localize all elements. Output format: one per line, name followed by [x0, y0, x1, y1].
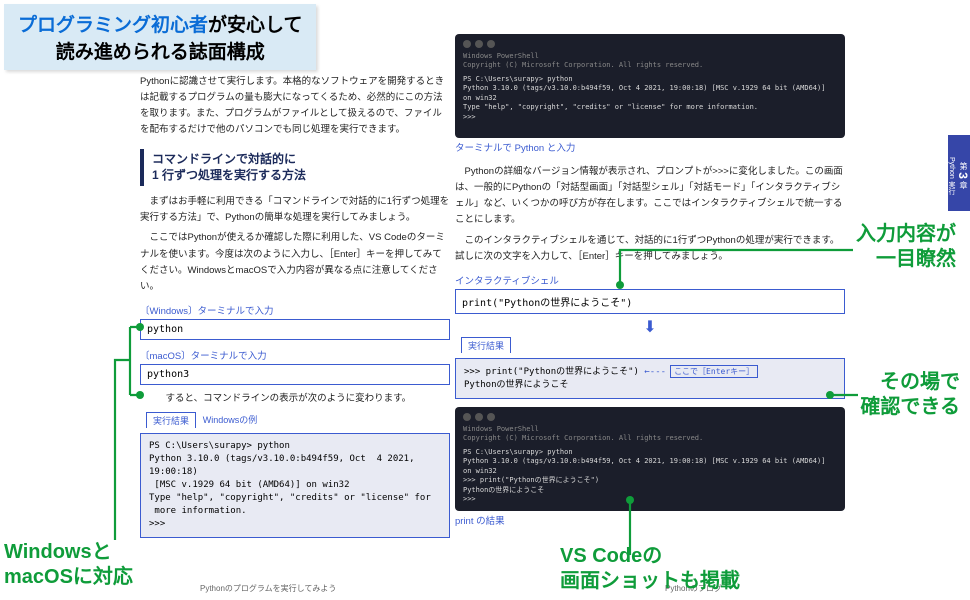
left-para1: Pythonに認識させて実行します。本格的なソフトウェアを開発するときは記載する… — [140, 74, 450, 139]
result-body-right: >>> print("Pythonの世界にようこそ") ←---ここで［Ente… — [456, 359, 844, 398]
vscode-window-controls — [463, 40, 837, 48]
caption-1: ターミナルで Python と入力 — [455, 140, 845, 154]
left-para3: ここではPythonが使えるか確認した際に利用した、VS Codeのターミナルを… — [140, 230, 450, 295]
left-footer: Pythonのプログラムを実行してみよう — [200, 583, 336, 594]
section-heading: コマンドラインで対話的に 1 行ずつ処理を実行する方法 — [140, 149, 450, 187]
title-line2: 読み進められる誌面構成 — [18, 37, 302, 64]
caption-2: print の結果 — [455, 513, 845, 527]
annot-input-visible: 入力内容が 一目瞭然 — [856, 222, 956, 272]
result-tab: 実行結果 — [146, 412, 196, 428]
annot-win-mac: Windowsと macOSに対応 — [4, 540, 133, 590]
title-highlight: プログラミング初心者 — [18, 15, 208, 36]
vscode-window-controls — [463, 413, 837, 421]
shell-label: インタラクティブシェル — [455, 273, 845, 287]
macos-code-box: python3 — [140, 364, 450, 385]
macos-label: 〔macOS〕ターミナルで入力 — [140, 348, 450, 362]
annot-vscode-shot: VS Codeの 画面ショットも掲載 — [560, 544, 740, 594]
title-banner: プログラミング初心者が安心して 読み進められる誌面構成 — [4, 4, 316, 70]
result-tab-right: 実行結果 — [461, 337, 511, 353]
vscode-screenshot-1: Windows PowerShellCopyright (C) Microsof… — [455, 34, 845, 138]
windows-code-box: python — [140, 319, 450, 340]
chapter-side-tab: 第 3 章 Python 実行 — [948, 135, 970, 211]
left-page: Pythonに認識させて実行します。本格的なソフトウェアを開発するときは記載する… — [140, 70, 450, 544]
left-para2: まずはお手軽に利用できる「コマンドラインで対話的に1行ずつ処理を実行する方法」で… — [140, 194, 450, 226]
result-body: PS C:\Users\surapy> python Python 3.10.0… — [141, 434, 449, 537]
vscode-screenshot-2: Windows PowerShellCopyright (C) Microsof… — [455, 407, 845, 511]
enter-key-note: ここで［Enterキー］ — [670, 365, 758, 379]
windows-label: 〔Windows〕ターミナルで入力 — [140, 303, 450, 317]
shell-code-box: print("Pythonの世界にようこそ") — [455, 289, 845, 314]
annot-confirm-onspot: その場で 確認できる — [860, 370, 960, 420]
result-block: 実行結果 Windowsの例 PS C:\Users\surapy> pytho… — [140, 411, 450, 538]
right-page: Windows PowerShellCopyright (C) Microsof… — [455, 30, 845, 537]
right-para2: このインタラクティブシェルを通じて、対話的に1行ずつPythonの処理が実行でき… — [455, 233, 845, 265]
right-para1: Pythonの詳細なバージョン情報が表示され、プロンプトが>>>に変化しました。… — [455, 164, 845, 229]
result-subtitle: Windowsの例 — [203, 415, 258, 425]
result-frame-right: >>> print("Pythonの世界にようこそ") ←---ここで［Ente… — [455, 358, 845, 399]
down-arrow-icon: ⬇ — [455, 320, 845, 336]
left-para4: すると、コマンドラインの表示が次のように変わります。 — [156, 391, 450, 407]
